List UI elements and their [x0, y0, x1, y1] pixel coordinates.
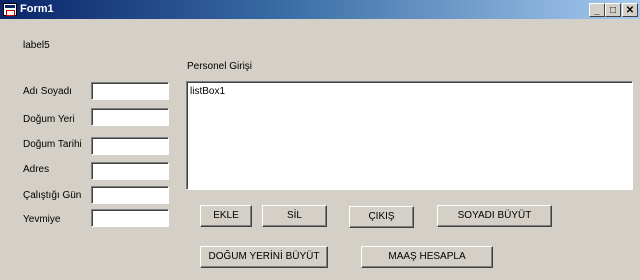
dogum-tarihi-input[interactable]: [91, 137, 169, 155]
form-window: Form1 _ □ ✕ label5 Personel Girişi Adı S…: [0, 0, 640, 280]
adres-label: Adres: [23, 164, 50, 175]
label5: label5: [23, 40, 50, 51]
section-title: Personel Girişi: [187, 61, 253, 72]
adi-soyadi-label: Adı Soyadı: [23, 86, 72, 97]
maas-hesapla-button[interactable]: MAAŞ HESAPLA: [361, 246, 493, 268]
listbox-item[interactable]: listBox1: [190, 86, 225, 97]
adres-input[interactable]: [91, 162, 169, 180]
close-button[interactable]: ✕: [622, 3, 638, 17]
calistigi-gun-input[interactable]: [91, 186, 169, 204]
form-app-icon[interactable]: [3, 3, 17, 16]
maximize-button[interactable]: □: [605, 3, 621, 17]
window-title: Form1: [20, 3, 54, 15]
sil-button[interactable]: SİL: [262, 205, 327, 227]
ekle-button[interactable]: EKLE: [200, 205, 252, 227]
yevmiye-label: Yevmiye: [23, 214, 61, 225]
dogum-yerini-buyut-button[interactable]: DOĞUM YERİNİ BÜYÜT: [200, 246, 328, 268]
dogum-tarihi-label: Doğum Tarihi: [23, 139, 82, 150]
dogum-yeri-input[interactable]: [91, 108, 169, 126]
cikis-button[interactable]: ÇIKIŞ: [349, 206, 414, 228]
calistigi-gun-label: Çalıştığı Gün: [23, 190, 82, 201]
title-bar[interactable]: Form1 _ □ ✕: [0, 0, 640, 19]
yevmiye-input[interactable]: [91, 209, 169, 227]
dogum-yeri-label: Doğum Yeri: [23, 114, 75, 125]
personel-listbox[interactable]: listBox1: [186, 81, 633, 190]
minimize-button[interactable]: _: [589, 3, 605, 17]
adi-soyadi-input[interactable]: [91, 82, 169, 100]
soyadi-buyut-button[interactable]: SOYADI BÜYÜT: [437, 205, 552, 227]
